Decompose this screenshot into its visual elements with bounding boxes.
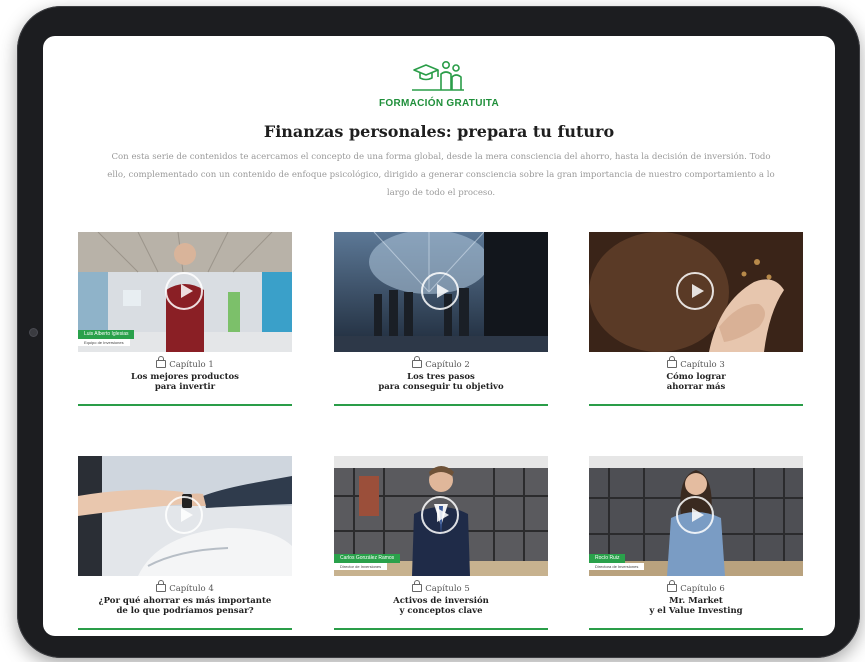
card-underline bbox=[334, 628, 548, 630]
video-thumbnail[interactable] bbox=[334, 232, 548, 352]
play-icon[interactable] bbox=[165, 272, 203, 310]
speaker-lower-third: Carlos González Ramos bbox=[334, 554, 401, 563]
chapter-card-2[interactable]: Capítulo 2 Los tres pasos para conseguir … bbox=[334, 232, 548, 408]
screen: FORMACIÓN GRATUITA Finanzas personales: … bbox=[43, 36, 835, 636]
card-underline bbox=[334, 404, 548, 406]
lock-icon bbox=[156, 580, 167, 592]
speaker-lower-third: Luis Alberto Iglesias bbox=[78, 330, 135, 339]
chapter-title[interactable]: Los mejores productos para invertir bbox=[78, 372, 292, 392]
lock-icon bbox=[667, 356, 678, 368]
chapter-number: Capítulo 2 bbox=[334, 356, 548, 370]
page-description: Con esta serie de contenidos te acercamo… bbox=[107, 152, 775, 198]
chapter-card-6[interactable]: Rocío Ruiz Directora de Inversiones Capí… bbox=[589, 456, 803, 632]
lock-icon bbox=[412, 356, 423, 368]
chapter-number: Capítulo 6 bbox=[589, 580, 803, 594]
play-icon[interactable] bbox=[676, 272, 714, 310]
speaker-role: Directora de Inversiones bbox=[589, 563, 645, 570]
tablet-frame: FORMACIÓN GRATUITA Finanzas personales: … bbox=[17, 6, 860, 658]
chapter-title[interactable]: Activos de inversión y conceptos clave bbox=[334, 596, 548, 616]
camera-icon bbox=[29, 328, 38, 337]
chapter-title[interactable]: Cómo lograr ahorrar más bbox=[589, 372, 803, 392]
video-thumbnail[interactable]: Carlos González Ramos Director de Invers… bbox=[334, 456, 548, 576]
chapter-number: Capítulo 1 bbox=[78, 356, 292, 370]
graduation-people-icon bbox=[412, 61, 464, 91]
speaker-role: Equipo de Inversiones bbox=[78, 339, 130, 346]
card-underline bbox=[78, 404, 292, 406]
chapter-title[interactable]: ¿Por qué ahorrar es más importante de lo … bbox=[78, 596, 292, 616]
lock-icon bbox=[156, 356, 167, 368]
chapter-title[interactable]: Mr. Market y el Value Investing bbox=[589, 596, 803, 616]
chapter-title[interactable]: Los tres pasos para conseguir tu objetivo bbox=[334, 372, 548, 392]
chapter-number: Capítulo 5 bbox=[334, 580, 548, 594]
chapter-card-3[interactable]: Capítulo 3 Cómo lograr ahorrar más bbox=[589, 232, 803, 408]
speaker-role: Director de Inversiones bbox=[334, 563, 388, 570]
video-thumbnail[interactable]: Rocío Ruiz Directora de Inversiones bbox=[589, 456, 803, 576]
card-underline bbox=[589, 628, 803, 630]
lock-icon bbox=[412, 580, 423, 592]
chapter-number: Capítulo 4 bbox=[78, 580, 292, 594]
chapter-number: Capítulo 3 bbox=[589, 356, 803, 370]
video-thumbnail[interactable] bbox=[589, 232, 803, 352]
video-thumbnail[interactable] bbox=[78, 456, 292, 576]
page-title: Finanzas personales: prepara tu futuro bbox=[263, 122, 615, 141]
play-icon[interactable] bbox=[676, 496, 714, 534]
chapter-card-1[interactable]: Luis Alberto Iglesias Equipo de Inversio… bbox=[78, 232, 292, 408]
video-thumbnail[interactable]: Luis Alberto Iglesias Equipo de Inversio… bbox=[78, 232, 292, 352]
section-kicker: FORMACIÓN GRATUITA bbox=[378, 98, 499, 109]
chapter-card-4[interactable]: Capítulo 4 ¿Por qué ahorrar es más impor… bbox=[78, 456, 292, 632]
chapter-card-5[interactable]: Carlos González Ramos Director de Invers… bbox=[334, 456, 548, 632]
play-icon[interactable] bbox=[421, 496, 459, 534]
lock-icon bbox=[667, 580, 678, 592]
speaker-lower-third: Rocío Ruiz bbox=[589, 554, 626, 563]
card-underline bbox=[589, 404, 803, 406]
play-icon[interactable] bbox=[421, 272, 459, 310]
card-underline bbox=[78, 628, 292, 630]
play-icon[interactable] bbox=[165, 496, 203, 534]
